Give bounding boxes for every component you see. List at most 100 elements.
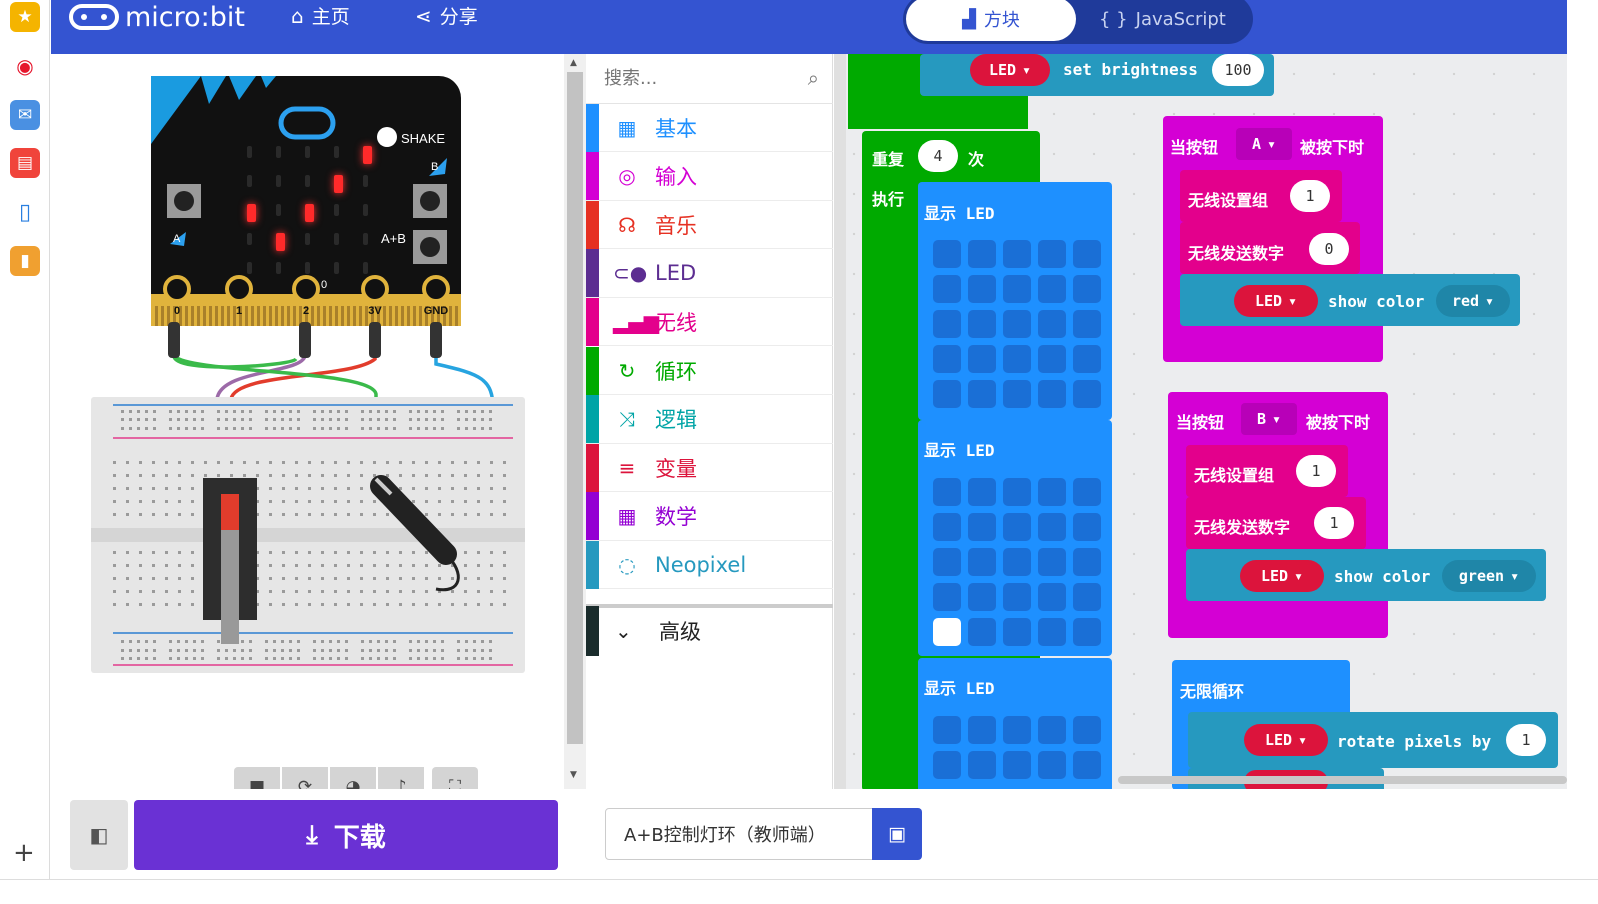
led-cell[interactable]	[968, 513, 996, 541]
led-dropdown-brightness[interactable]: LED ▾	[970, 54, 1050, 86]
scroll-down-icon[interactable]: ▼	[570, 770, 577, 780]
project-name-input[interactable]	[605, 808, 873, 860]
led-cell[interactable]	[1073, 345, 1101, 373]
led-cell[interactable]	[933, 513, 961, 541]
led-cell[interactable]	[933, 240, 961, 268]
color-dropdown-a[interactable]: red ▾	[1436, 285, 1510, 317]
toolbox-category[interactable]: ◎ 输入	[586, 152, 833, 201]
led-dropdown-a[interactable]: LED ▾	[1234, 285, 1318, 317]
led-cell[interactable]	[933, 310, 961, 338]
search-input[interactable]	[604, 68, 794, 89]
notebook-icon[interactable]: ▮	[10, 246, 40, 276]
group-value-a[interactable]: 1	[1290, 180, 1330, 212]
pin-1[interactable]	[225, 275, 253, 303]
scroll-up-icon[interactable]: ▲	[570, 58, 577, 68]
search-icon[interactable]: ⌕	[808, 66, 819, 90]
led-cell[interactable]	[968, 478, 996, 506]
led-cell[interactable]	[1003, 345, 1031, 373]
led-cell[interactable]	[1073, 275, 1101, 303]
led-cell[interactable]	[1038, 618, 1066, 646]
color-dropdown-b[interactable]: green ▾	[1442, 560, 1536, 592]
led-cell[interactable]	[1038, 310, 1066, 338]
led-cell[interactable]	[1003, 310, 1031, 338]
led-cell[interactable]	[1003, 618, 1031, 646]
led-cell[interactable]	[1073, 478, 1101, 506]
microbit-logo[interactable]: micro:bit	[69, 0, 245, 34]
led-cell[interactable]	[1038, 583, 1066, 611]
led-cell[interactable]	[1003, 380, 1031, 408]
mail-icon[interactable]: ✉	[10, 100, 40, 130]
news-icon[interactable]: ▤	[10, 148, 40, 178]
toolbox-category[interactable]: ☊ 音乐	[586, 200, 833, 250]
led-cell[interactable]	[1073, 618, 1101, 646]
scroll-thumb[interactable]	[567, 72, 583, 744]
led-cell[interactable]	[1038, 380, 1066, 408]
rotate-value[interactable]: 1	[1506, 724, 1546, 756]
javascript-mode-button[interactable]: { } JavaScript	[1099, 0, 1226, 44]
advanced-category[interactable]: ⌄ 高级	[586, 604, 833, 656]
led-cell[interactable]	[1038, 716, 1066, 744]
led-cell[interactable]	[968, 310, 996, 338]
led-cell[interactable]	[933, 548, 961, 576]
led-cell[interactable]	[968, 240, 996, 268]
toolbox-category[interactable]: ▂▄▆ 无线	[586, 297, 833, 347]
led-cell[interactable]	[1073, 380, 1101, 408]
led-grid-3[interactable]	[933, 716, 1101, 779]
weibo-icon[interactable]: ◉	[10, 51, 40, 81]
led-cell[interactable]	[1073, 310, 1101, 338]
pin-0[interactable]	[163, 275, 191, 303]
toolbox-category[interactable]: ⤨ 逻辑	[586, 395, 833, 444]
led-cell[interactable]	[1003, 548, 1031, 576]
led-cell[interactable]	[933, 478, 961, 506]
button-a-dropdown[interactable]: A ▾	[1236, 128, 1292, 160]
blocks-workspace[interactable]: LED ▾ set brightness 100 重复 4 次 执行 显示 LED…	[834, 54, 1567, 789]
group-value-b[interactable]: 1	[1296, 455, 1336, 487]
led-cell[interactable]	[1038, 513, 1066, 541]
led-dropdown-b[interactable]: LED ▾	[1240, 560, 1324, 592]
toolbox-category[interactable]: ⊂● LED	[586, 249, 833, 298]
led-cell[interactable]	[933, 583, 961, 611]
led-grid-1[interactable]	[933, 240, 1101, 408]
button-b-dropdown[interactable]: B ▾	[1241, 403, 1297, 435]
pin-3[interactable]	[361, 275, 389, 303]
led-cell[interactable]	[1038, 548, 1066, 576]
collapse-simulator-button[interactable]: ◧	[70, 800, 128, 870]
led-dropdown-rotate[interactable]: LED ▾	[1244, 724, 1328, 756]
toolbox-category[interactable]: ▦ 数学	[586, 492, 833, 541]
led-cell[interactable]	[1073, 583, 1101, 611]
toolbox-category[interactable]: ◌ Neopixel	[586, 540, 833, 590]
led-cell[interactable]	[1073, 751, 1101, 779]
number-value-b[interactable]: 1	[1314, 507, 1354, 539]
home-button[interactable]: ⌂ 主页	[291, 2, 350, 29]
led-cell[interactable]	[968, 583, 996, 611]
number-value-a[interactable]: 0	[1309, 233, 1349, 265]
pin-4[interactable]	[422, 275, 450, 303]
share-button[interactable]: ⋖ 分享	[415, 2, 478, 29]
repeat-count[interactable]: 4	[918, 140, 958, 172]
toolbox-category[interactable]: ↻ 循环	[586, 346, 833, 395]
led-cell[interactable]	[968, 618, 996, 646]
led-cell[interactable]	[968, 751, 996, 779]
led-cell[interactable]	[1003, 583, 1031, 611]
led-cell[interactable]	[933, 275, 961, 303]
led-cell[interactable]	[933, 716, 961, 744]
led-cell[interactable]	[968, 275, 996, 303]
blocks-mode-button[interactable]: ▟ 方块	[906, 0, 1076, 41]
favorites-icon[interactable]: ★	[10, 2, 40, 32]
led-cell[interactable]	[1073, 716, 1101, 744]
led-cell[interactable]	[1073, 513, 1101, 541]
led-cell[interactable]	[933, 345, 961, 373]
document-icon[interactable]: ▯	[10, 197, 40, 227]
led-cell[interactable]	[1038, 478, 1066, 506]
led-cell[interactable]	[1038, 751, 1066, 779]
led-cell[interactable]	[1003, 751, 1031, 779]
toolbox-scrollbar[interactable]: ▲ ▼	[564, 54, 586, 789]
led-cell[interactable]	[933, 751, 961, 779]
microbit-simulator[interactable]: SHAKE A B A+B 0 1 2 3V GND 0	[51, 54, 564, 754]
led-cell[interactable]	[968, 380, 996, 408]
add-icon[interactable]: +	[13, 838, 35, 868]
led-cell[interactable]	[968, 548, 996, 576]
led-cell[interactable]	[1003, 513, 1031, 541]
led-cell[interactable]	[1003, 240, 1031, 268]
led-cell[interactable]	[968, 345, 996, 373]
